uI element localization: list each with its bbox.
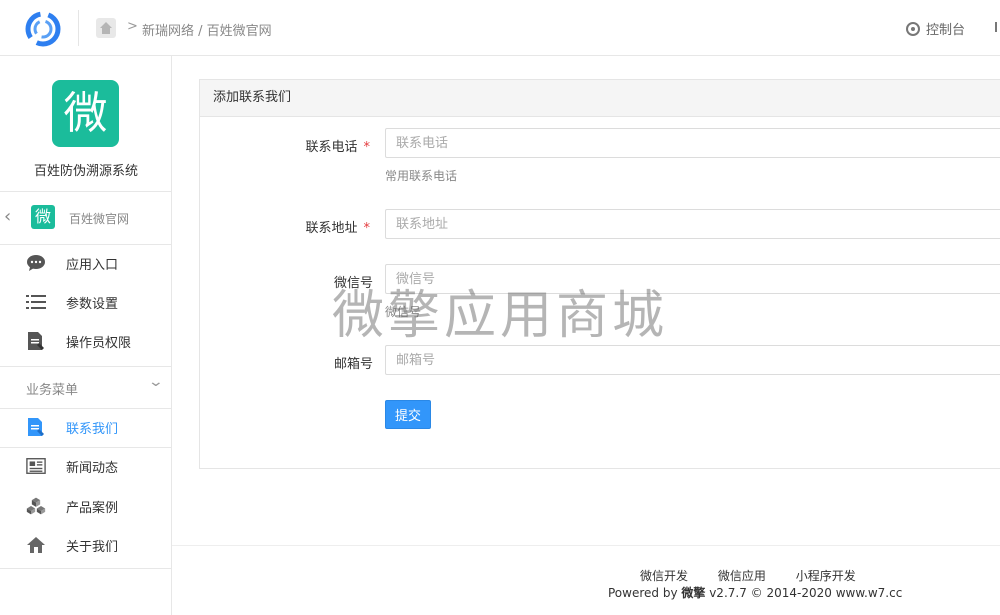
submit-button[interactable]: 提交: [385, 400, 431, 429]
sidebar-item-label: 新闻动态: [66, 460, 119, 476]
account-switcher[interactable]: ‹ 微 百姓微官网: [0, 192, 172, 244]
footer-link[interactable]: 小程序开发: [796, 569, 856, 583]
sidebar-item-label: 应用入口: [66, 257, 119, 273]
user-menu-icon[interactable]: [995, 22, 1000, 32]
sidebar-item-app-entry[interactable]: 应用入口: [0, 244, 172, 282]
chevron-down-icon[interactable]: ⌄: [148, 374, 164, 390]
top-header: > 新瑞网络 / 百姓微官网 控制台: [0, 0, 1000, 56]
sidebar-item-params[interactable]: 参数设置: [0, 283, 172, 321]
required-mark: *: [363, 221, 371, 236]
chevron-left-icon[interactable]: ‹: [4, 206, 11, 227]
sidebar-item-label: 产品案例: [66, 500, 119, 516]
dashboard-icon: [906, 21, 920, 36]
footer-divider: [172, 545, 1000, 546]
footer-link[interactable]: 微信开发: [640, 569, 688, 583]
phone-help: 常用联系电话: [385, 169, 458, 183]
app-name: 百姓防伪溯源系统: [33, 164, 138, 179]
home-icon: [26, 535, 46, 555]
footer-links: 微信开发 微信应用 小程序开发: [640, 567, 882, 584]
wechat-label: 微信号: [333, 276, 373, 291]
list-settings-icon: [26, 292, 46, 312]
required-mark: *: [363, 140, 371, 155]
sidebar-item-label: 关于我们: [66, 539, 119, 555]
console-link[interactable]: 控制台: [906, 19, 965, 38]
business-menu-header[interactable]: 业务菜单 ⌄: [0, 366, 172, 408]
header-divider: [78, 10, 79, 46]
wechat-help: 微信号: [385, 305, 422, 319]
sidebar-item-operators[interactable]: 操作员权限: [0, 322, 172, 360]
account-logo: 微: [31, 205, 55, 229]
sidebar-item-contact-us[interactable]: 联系我们: [0, 408, 172, 446]
app-logo: 微: [52, 80, 119, 147]
breadcrumb[interactable]: 新瑞网络 / 百姓微官网: [142, 20, 272, 39]
console-label: 控制台: [926, 23, 966, 38]
divider: [0, 568, 172, 569]
email-label: 邮箱号: [333, 357, 373, 372]
chevron-right-icon: >: [127, 19, 138, 34]
sidebar-item-label: 参数设置: [66, 296, 119, 312]
brand-name[interactable]: 微擎: [681, 586, 705, 600]
document-edit-icon: [26, 417, 46, 437]
account-name: 百姓微官网: [69, 212, 130, 226]
contact-form-panel: 添加联系我们 联系电话* 常用联系电话 联系地址* 微信号 微信号 邮箱号 提交: [199, 79, 1000, 469]
phone-label: 联系电话 *: [305, 140, 371, 155]
sidebar-item-products[interactable]: 产品案例: [0, 487, 172, 525]
document-edit-icon: [26, 331, 46, 351]
sidebar-item-label: 联系我们: [66, 421, 119, 437]
app-logo-icon[interactable]: [24, 10, 62, 48]
sidebar: 微 百姓防伪溯源系统 ‹ 微 百姓微官网 应用入口 参数设置 操作员权限 业务菜…: [0, 56, 172, 615]
cubes-icon: [26, 496, 46, 516]
address-input[interactable]: [385, 209, 1000, 239]
sidebar-item-label: 操作员权限: [66, 335, 132, 351]
chat-bubble-icon: [26, 253, 46, 273]
sidebar-item-about[interactable]: 关于我们: [0, 526, 172, 564]
phone-input[interactable]: [385, 128, 1000, 158]
email-input[interactable]: [385, 345, 1000, 375]
panel-title: 添加联系我们: [200, 80, 1000, 117]
home-icon[interactable]: [96, 18, 116, 38]
newspaper-icon: [26, 456, 46, 476]
wechat-input[interactable]: [385, 264, 1000, 294]
sidebar-item-news[interactable]: 新闻动态: [0, 447, 172, 485]
footer-link[interactable]: 微信应用: [718, 569, 766, 583]
footer-copyright: Powered by 微擎 v2.7.7 © 2014-2020 www.w7.…: [608, 586, 903, 600]
address-label: 联系地址 *: [305, 221, 371, 236]
section-title: 业务菜单: [26, 383, 79, 398]
